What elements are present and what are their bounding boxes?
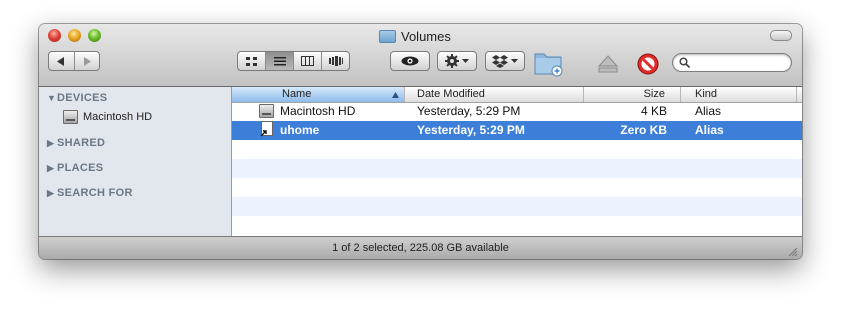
sidebar-section-devices[interactable]: ▼DEVICES <box>47 92 107 104</box>
sidebar-section-label: DEVICES <box>57 92 108 104</box>
icon-view-icon <box>246 56 257 66</box>
column-header-date-modified[interactable]: Date Modified <box>405 87 584 102</box>
view-mode-control <box>237 51 350 71</box>
search-input[interactable] <box>693 55 787 72</box>
eject-icon <box>597 55 619 73</box>
search-icon <box>679 57 690 68</box>
chevron-down-icon <box>511 59 518 63</box>
forward-button[interactable] <box>75 52 100 70</box>
burn-button[interactable] <box>637 53 659 75</box>
icon-view-button[interactable] <box>238 52 266 70</box>
disclosure-triangle-open-icon[interactable]: ▼ <box>47 93 57 103</box>
sidebar-section-label: SHARED <box>57 137 106 149</box>
column-header-label: Name <box>282 88 312 100</box>
empty-row <box>232 178 802 197</box>
toolbar-toggle-button[interactable] <box>770 30 792 41</box>
back-button[interactable] <box>49 52 75 70</box>
column-header-label: Date Modified <box>417 88 485 100</box>
column-header-kind[interactable]: Kind <box>681 87 797 102</box>
sidebar-item-macintosh-hd[interactable]: Macintosh HD <box>63 109 152 125</box>
file-date-modified: Yesterday, 5:29 PM <box>417 104 521 118</box>
sort-ascending-icon <box>392 92 399 98</box>
sidebar-section-search-for[interactable]: ▶ SEARCH FOR <box>47 187 133 199</box>
column-header-label: Kind <box>695 88 718 100</box>
eject-button[interactable] <box>597 53 619 75</box>
column-header-size[interactable]: Size <box>584 87 681 102</box>
file-size: Zero KB <box>620 123 667 137</box>
file-kind: Alias <box>695 123 724 137</box>
empty-row <box>232 216 802 235</box>
empty-row <box>232 197 802 216</box>
column-header-name[interactable]: Name <box>232 87 405 102</box>
back-forward-control <box>48 51 100 71</box>
alias-document-icon <box>260 121 273 137</box>
resize-grip-icon[interactable] <box>788 247 798 257</box>
empty-row <box>232 159 802 178</box>
close-window-button[interactable] <box>48 29 61 42</box>
disclosure-triangle-closed-icon[interactable]: ▶ <box>47 188 57 199</box>
back-arrow-icon <box>57 56 65 66</box>
column-header-label: Size <box>643 88 665 100</box>
file-list: Name Date Modified Size Kind Macintosh H… <box>232 87 802 236</box>
alias-arrow-icon <box>260 130 267 137</box>
disclosure-triangle-closed-icon[interactable]: ▶ <box>47 138 57 149</box>
no-entry-icon <box>637 53 659 75</box>
sidebar-section-shared[interactable]: ▶ SHARED <box>47 137 105 149</box>
titlebar-toolbar: Volumes <box>39 24 802 87</box>
search-field[interactable] <box>672 53 792 72</box>
zoom-window-button[interactable] <box>88 29 101 42</box>
column-view-button[interactable] <box>294 52 322 70</box>
sidebar-section-places[interactable]: ▶ PLACES <box>47 162 103 174</box>
disclosure-triangle-closed-icon[interactable]: ▶ <box>47 163 57 174</box>
gear-icon <box>445 54 459 68</box>
finder-window: Volumes ▼DEVICES Macintosh HD ▶ SHARED ▶… <box>39 24 802 259</box>
coverflow-view-button[interactable] <box>322 52 349 70</box>
column-view-icon <box>301 56 314 66</box>
sidebar: ▼DEVICES Macintosh HD ▶ SHARED ▶ PLACES ▶ S… <box>39 87 232 236</box>
sidebar-section-label: PLACES <box>57 162 104 174</box>
folder-icon <box>379 29 396 43</box>
window-title: Volumes <box>379 27 451 45</box>
minimize-window-button[interactable] <box>68 29 81 42</box>
file-row-uhome[interactable]: uhome Yesterday, 5:29 PM Zero KB Alias <box>232 121 802 140</box>
chevron-down-icon <box>462 59 469 63</box>
file-name: uhome <box>280 123 320 137</box>
new-folder-icon <box>534 53 563 77</box>
dropbox-icon <box>492 54 508 68</box>
list-view-button[interactable] <box>266 52 294 70</box>
column-header-row: Name Date Modified Size Kind <box>232 87 802 103</box>
file-size: 4 KB <box>640 104 667 118</box>
file-date-modified: Yesterday, 5:29 PM <box>417 123 525 137</box>
eye-icon <box>401 56 419 66</box>
coverflow-view-icon <box>328 56 343 66</box>
file-kind: Alias <box>695 104 722 118</box>
quick-look-button[interactable] <box>390 51 430 71</box>
new-folder-button[interactable] <box>533 49 565 77</box>
hard-drive-icon <box>259 104 274 118</box>
file-name: Macintosh HD <box>280 104 356 118</box>
file-row-macintosh-hd[interactable]: Macintosh HD Yesterday, 5:29 PM 4 KB Ali… <box>232 102 802 121</box>
action-menu-button[interactable] <box>437 51 477 71</box>
empty-row <box>232 140 802 159</box>
window-title-text: Volumes <box>401 28 451 44</box>
list-view-icon <box>273 56 286 65</box>
sidebar-section-label: SEARCH FOR <box>57 187 133 199</box>
status-bar: 1 of 2 selected, 225.08 GB available <box>39 236 802 259</box>
status-text: 1 of 2 selected, 225.08 GB available <box>332 242 509 254</box>
hard-drive-icon <box>63 110 78 124</box>
forward-arrow-icon <box>83 56 91 66</box>
dropbox-menu-button[interactable] <box>485 51 525 71</box>
sidebar-item-label: Macintosh HD <box>83 111 153 123</box>
